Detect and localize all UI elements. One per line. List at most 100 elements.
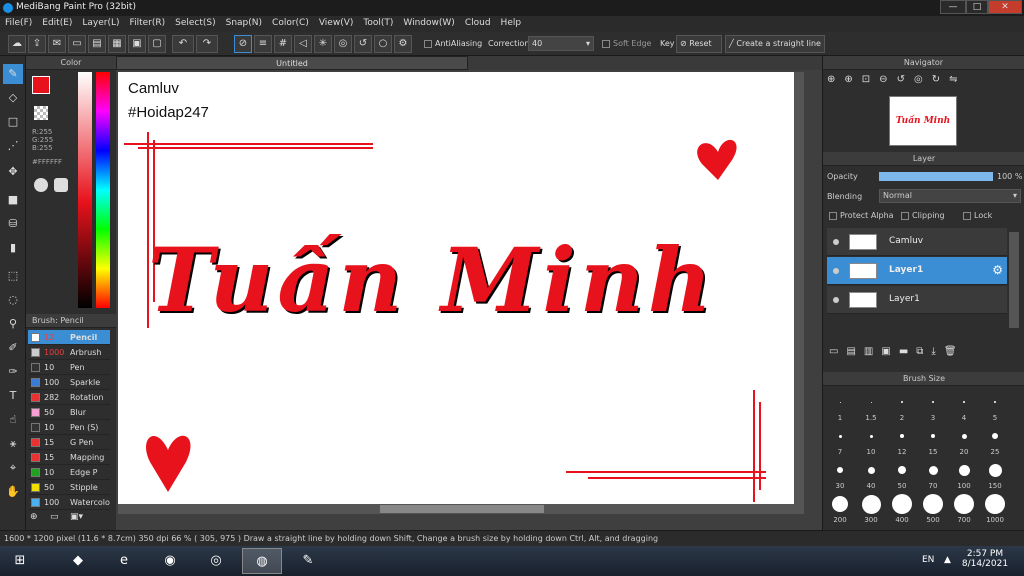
brush-list-item[interactable]: 100 Watercolor bbox=[28, 495, 110, 510]
drawing-canvas[interactable]: Camluv #Hoidap247 Tuấn Minh bbox=[118, 72, 804, 514]
language-indicator[interactable]: EN bbox=[922, 555, 934, 565]
select-pen-tool-icon[interactable]: ✐ bbox=[3, 338, 23, 358]
create-straight-line-button[interactable]: ╱ Create a straight line bbox=[725, 35, 825, 53]
menu-select[interactable]: Select(S) bbox=[170, 16, 221, 30]
gear-icon[interactable]: ⚙ bbox=[992, 263, 1003, 277]
cloud-icon[interactable]: ☁ bbox=[8, 35, 26, 53]
reset-button[interactable]: ⊘ Reset bbox=[676, 35, 722, 53]
move-tool-icon[interactable]: ✥ bbox=[3, 162, 23, 182]
brush-list-item[interactable]: 15 Mapping bbox=[28, 450, 110, 465]
menu-help[interactable]: Help bbox=[496, 16, 527, 30]
navigator-preview[interactable]: Tuấn Minh bbox=[889, 96, 957, 146]
menu-tool[interactable]: Tool(T) bbox=[358, 16, 398, 30]
chrome-icon[interactable]: ◎ bbox=[196, 548, 236, 574]
eraser-tool-icon[interactable]: ◇ bbox=[3, 88, 23, 108]
new-8bit-layer-icon[interactable]: ▥ bbox=[864, 346, 881, 357]
brush-list-item[interactable]: 10 Pen (S) bbox=[28, 420, 110, 435]
new-brush-icon[interactable]: ▭ bbox=[50, 512, 62, 524]
clock[interactable]: 2:57 PM 8/14/2021 bbox=[960, 549, 1010, 569]
eyedropper-tool-icon[interactable]: ⚹ bbox=[3, 434, 23, 454]
brush-size-option[interactable]: 40 bbox=[856, 458, 886, 492]
new-halftone-layer-icon[interactable]: ▤ bbox=[846, 346, 863, 357]
horizontal-scrollbar-thumb[interactable] bbox=[380, 505, 544, 513]
vertical-scrollbar[interactable] bbox=[794, 72, 804, 514]
brush-size-option[interactable]: 500 bbox=[918, 492, 948, 526]
brush-size-option[interactable]: 7 bbox=[825, 424, 855, 458]
brush-list-item[interactable]: 10 Pen bbox=[28, 360, 110, 375]
brush-size-option[interactable]: 700 bbox=[949, 492, 979, 526]
new-file-icon[interactable]: ▭ bbox=[68, 35, 86, 53]
brush-size-option[interactable]: 70 bbox=[918, 458, 948, 492]
open-file-icon[interactable]: ▤ bbox=[88, 35, 106, 53]
menu-color[interactable]: Color(C) bbox=[267, 16, 314, 30]
new-layer-icon[interactable]: ▭ bbox=[829, 346, 846, 357]
brush-settings-icon[interactable]: ▣▾ bbox=[70, 512, 90, 524]
shape-tool-icon[interactable]: □ bbox=[3, 112, 23, 132]
brush-size-option[interactable]: 30 bbox=[825, 458, 855, 492]
brush-list-item[interactable]: 50 Blur bbox=[28, 405, 110, 420]
comment-icon[interactable]: ✉ bbox=[48, 35, 66, 53]
radial-snap-icon[interactable]: ✳ bbox=[314, 35, 332, 53]
lock-toggle[interactable]: Lock bbox=[963, 211, 992, 220]
coccoc-browser-icon[interactable]: ◉ bbox=[150, 548, 190, 574]
brush-size-option[interactable]: 12 bbox=[887, 424, 917, 458]
add-brush-icon[interactable]: ⊕ bbox=[30, 512, 42, 524]
zoom-in-icon[interactable]: ⊕ bbox=[844, 74, 861, 85]
menu-layer[interactable]: Layer(L) bbox=[77, 16, 124, 30]
grid-snap-icon[interactable]: # bbox=[274, 35, 292, 53]
brush-list-item[interactable]: 15 G Pen bbox=[28, 435, 110, 450]
select-eraser-tool-icon[interactable]: ✑ bbox=[3, 362, 23, 382]
paint-icon[interactable]: ✎ bbox=[288, 548, 328, 574]
operation-tool-icon[interactable]: ☝ bbox=[3, 410, 23, 430]
visual-studio-icon[interactable]: ◆ bbox=[58, 548, 98, 574]
hue-slider[interactable] bbox=[96, 72, 110, 308]
brush-size-option[interactable]: 15 bbox=[918, 424, 948, 458]
brush-size-option[interactable]: 100 bbox=[949, 458, 979, 492]
lock-checkbox[interactable] bbox=[963, 211, 971, 220]
color-history-icon[interactable] bbox=[54, 178, 68, 192]
brush-size-option[interactable]: 25 bbox=[980, 424, 1010, 458]
close-button[interactable]: ✕ bbox=[988, 0, 1022, 14]
menu-cloud[interactable]: Cloud bbox=[460, 16, 496, 30]
menu-filter[interactable]: Filter(R) bbox=[125, 16, 171, 30]
layer-row-selected[interactable]: Layer1 ⚙ bbox=[827, 257, 1007, 285]
trash-icon[interactable]: 🗑 bbox=[944, 346, 965, 357]
merge-down-icon[interactable]: ⤓ bbox=[931, 346, 943, 357]
brush-size-option[interactable]: 2 bbox=[887, 390, 917, 424]
brush-list-item[interactable]: 282 Rotation bbox=[28, 390, 110, 405]
gradient-tool-icon[interactable]: ▮ bbox=[3, 238, 23, 258]
rotate-right-icon[interactable]: ↻ bbox=[932, 74, 949, 85]
bucket-tool-icon[interactable]: ⛁ bbox=[3, 214, 23, 234]
eye-icon[interactable] bbox=[833, 268, 839, 274]
brush-size-option[interactable]: 1000 bbox=[980, 492, 1010, 526]
correction-select[interactable]: 40 ▾ bbox=[528, 36, 594, 51]
brush-size-option[interactable]: 300 bbox=[856, 492, 886, 526]
brush-list-item[interactable]: 100 Sparkle bbox=[28, 375, 110, 390]
opacity-slider[interactable] bbox=[879, 172, 993, 181]
select-tool-icon[interactable]: ⬚ bbox=[3, 266, 23, 286]
share-icon[interactable]: ⇪ bbox=[28, 35, 46, 53]
brush-size-option[interactable]: 1.5 bbox=[856, 390, 886, 424]
soft-edge-toggle[interactable]: Soft Edge bbox=[602, 39, 651, 48]
zoom-icon[interactable]: ⊕ bbox=[827, 74, 844, 85]
brush-list-item[interactable]: 10 Edge P bbox=[28, 465, 110, 480]
concentric-snap-icon[interactable]: ◎ bbox=[334, 35, 352, 53]
brush-list-item[interactable]: 12 Pencil bbox=[28, 330, 110, 345]
layer-row[interactable]: Layer1 bbox=[827, 286, 1007, 314]
redo-icon[interactable]: ↷ bbox=[196, 35, 218, 53]
settings-file-icon[interactable]: ▢ bbox=[148, 35, 166, 53]
document-tab[interactable]: Untitled bbox=[116, 56, 468, 70]
hand-tool-icon[interactable]: ✋ bbox=[3, 482, 23, 502]
eye-icon[interactable] bbox=[833, 297, 839, 303]
undo-icon[interactable]: ↶ bbox=[172, 35, 194, 53]
brush-size-option[interactable]: 200 bbox=[825, 492, 855, 526]
fit-icon[interactable]: ⊡ bbox=[862, 74, 879, 85]
new-layer-menu-icon[interactable]: ▣ bbox=[881, 346, 898, 357]
horizontal-scrollbar[interactable] bbox=[118, 504, 794, 514]
maximize-button[interactable]: □ bbox=[966, 0, 988, 14]
menu-snap[interactable]: Snap(N) bbox=[221, 16, 267, 30]
brush-size-option[interactable]: 5 bbox=[980, 390, 1010, 424]
soft-edge-checkbox[interactable] bbox=[602, 39, 610, 48]
brush-tool-icon[interactable]: ✎ bbox=[3, 64, 23, 84]
start-button-icon[interactable]: ⊞ bbox=[2, 548, 38, 574]
